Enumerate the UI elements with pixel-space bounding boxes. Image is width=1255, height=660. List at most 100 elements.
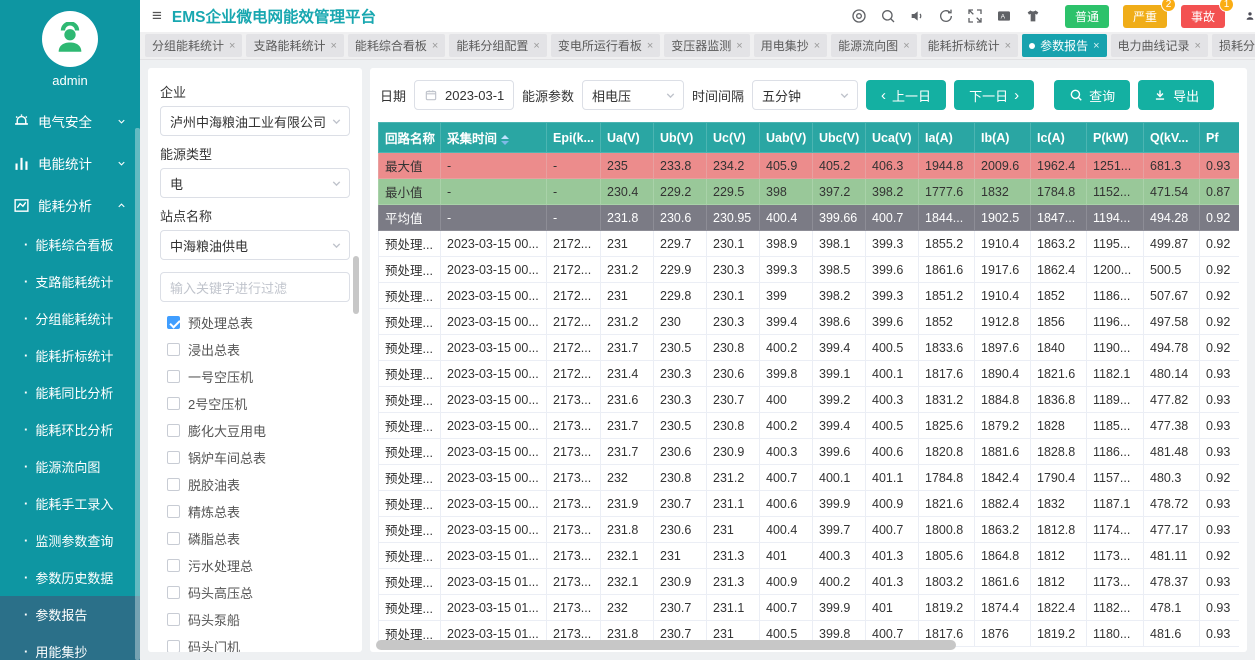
meter-item[interactable]: 码头门机 bbox=[160, 633, 350, 652]
meter-item[interactable]: 精炼总表 bbox=[160, 498, 350, 525]
tab[interactable]: 用电集抄× bbox=[754, 34, 827, 57]
sidebar-subitem[interactable]: ·能耗综合看板 bbox=[0, 226, 140, 263]
close-icon[interactable]: × bbox=[736, 40, 742, 52]
table-row[interactable]: 预处理...2023-03-15 00...2172...231.4230.32… bbox=[379, 361, 1240, 387]
close-icon[interactable]: × bbox=[1195, 40, 1201, 52]
table-row[interactable]: 预处理...2023-03-15 00...2173...231.9230.72… bbox=[379, 491, 1240, 517]
meter-list-scrollbar[interactable] bbox=[353, 256, 359, 314]
theme-icon[interactable] bbox=[1025, 8, 1041, 24]
column-header[interactable]: Pf bbox=[1200, 123, 1240, 153]
close-icon[interactable]: × bbox=[647, 40, 653, 52]
tab[interactable]: 分组能耗统计× bbox=[145, 34, 242, 57]
alarm-badge-0[interactable]: 普通 bbox=[1065, 5, 1109, 28]
meter-checkbox[interactable] bbox=[167, 370, 180, 383]
close-icon[interactable]: × bbox=[229, 40, 235, 52]
column-header[interactable]: Ib(A) bbox=[975, 123, 1031, 153]
meter-checkbox[interactable] bbox=[167, 559, 180, 572]
meter-item[interactable]: 2号空压机 bbox=[160, 390, 350, 417]
date-input[interactable]: 2023-03-1 bbox=[414, 80, 514, 110]
table-row[interactable]: 预处理...2023-03-15 00...2172...231229.8230… bbox=[379, 283, 1240, 309]
meter-item[interactable]: 预处理总表 bbox=[160, 309, 350, 336]
column-header[interactable]: Uc(V) bbox=[707, 123, 760, 153]
meter-item[interactable]: 码头泵船 bbox=[160, 606, 350, 633]
sidebar-subitem[interactable]: ·能耗同比分析 bbox=[0, 374, 140, 411]
sidebar-subitem[interactable]: ·支路能耗统计 bbox=[0, 263, 140, 300]
refresh-icon[interactable] bbox=[938, 8, 954, 24]
table-row[interactable]: 预处理...2023-03-15 00...2172...231.2230230… bbox=[379, 309, 1240, 335]
column-header[interactable]: Ua(V) bbox=[601, 123, 654, 153]
volume-icon[interactable] bbox=[909, 8, 925, 24]
meter-checkbox[interactable] bbox=[167, 586, 180, 599]
tab[interactable]: 参数报告× bbox=[1022, 34, 1106, 57]
meter-item[interactable]: 膨化大豆用电 bbox=[160, 417, 350, 444]
table-row[interactable]: 预处理...2023-03-15 00...2172...231.7230.52… bbox=[379, 335, 1240, 361]
column-header[interactable]: Epi(k... bbox=[547, 123, 601, 153]
tab[interactable]: 变电所运行看板× bbox=[551, 34, 660, 57]
table-row[interactable]: 预处理...2023-03-15 00...2172...231.2229.92… bbox=[379, 257, 1240, 283]
meter-item[interactable]: 污水处理总 bbox=[160, 552, 350, 579]
tab[interactable]: 能耗分组配置× bbox=[449, 34, 546, 57]
search-icon[interactable] bbox=[880, 8, 896, 24]
station-select[interactable]: 中海粮油供电 bbox=[160, 230, 350, 260]
close-icon[interactable]: × bbox=[814, 40, 820, 52]
avatar[interactable] bbox=[42, 11, 98, 67]
energy-type-select[interactable]: 电 bbox=[160, 168, 350, 198]
table-row[interactable]: 预处理...2023-03-15 00...2173...231.8230.62… bbox=[379, 517, 1240, 543]
meter-checkbox[interactable] bbox=[167, 613, 180, 626]
meter-checkbox[interactable] bbox=[167, 532, 180, 545]
horizontal-scrollbar[interactable] bbox=[376, 640, 956, 650]
interval-select[interactable]: 五分钟 bbox=[752, 80, 858, 110]
meter-item[interactable]: 码头高压总 bbox=[160, 579, 350, 606]
tab[interactable]: 变压器监测× bbox=[664, 34, 749, 57]
export-button[interactable]: 导出 bbox=[1138, 80, 1214, 110]
sidebar-item[interactable]: 电能统计 bbox=[0, 142, 140, 184]
sidebar-item[interactable]: 电气安全 bbox=[0, 100, 140, 142]
meter-checkbox[interactable] bbox=[167, 397, 180, 410]
column-header[interactable]: P(kW) bbox=[1087, 123, 1144, 153]
column-header[interactable]: Ub(V) bbox=[654, 123, 707, 153]
column-header[interactable]: Uab(V) bbox=[760, 123, 813, 153]
meter-item[interactable]: 磷脂总表 bbox=[160, 525, 350, 552]
alarm-badge-2[interactable]: 事故1 bbox=[1181, 5, 1225, 28]
next-day-button[interactable]: 下一日 › bbox=[954, 80, 1034, 110]
meter-item[interactable]: 浸出总表 bbox=[160, 336, 350, 363]
query-button[interactable]: 查询 bbox=[1054, 80, 1130, 110]
column-header[interactable]: Ic(A) bbox=[1031, 123, 1087, 153]
energy-param-select[interactable]: 相电压 bbox=[582, 80, 684, 110]
sidebar-subitem[interactable]: ·监测参数查询 bbox=[0, 522, 140, 559]
close-icon[interactable]: × bbox=[1005, 40, 1011, 52]
tab[interactable]: 电力曲线记录× bbox=[1111, 34, 1208, 57]
column-header[interactable]: Ia(A) bbox=[919, 123, 975, 153]
sidebar-subitem[interactable]: ·参数报告 bbox=[0, 596, 140, 633]
close-icon[interactable]: × bbox=[432, 40, 438, 52]
alarm-badge-1[interactable]: 严重2 bbox=[1123, 5, 1167, 28]
close-icon[interactable]: × bbox=[1093, 40, 1099, 52]
table-row[interactable]: 预处理...2023-03-15 01...2173...232230.7231… bbox=[379, 595, 1240, 621]
sidebar-subitem[interactable]: ·能源流向图 bbox=[0, 448, 140, 485]
prev-day-button[interactable]: ‹ 上一日 bbox=[866, 80, 946, 110]
meter-checkbox[interactable] bbox=[167, 424, 180, 437]
target-icon[interactable] bbox=[851, 8, 867, 24]
table-row[interactable]: 预处理...2023-03-15 00...2173...231.7230.52… bbox=[379, 413, 1240, 439]
table-row[interactable]: 预处理...2023-03-15 00...2173...231.6230.32… bbox=[379, 387, 1240, 413]
tab[interactable]: 支路能耗统计× bbox=[246, 34, 343, 57]
close-icon[interactable]: × bbox=[330, 40, 336, 52]
table-row[interactable]: 预处理...2023-03-15 00...2172...231229.7230… bbox=[379, 231, 1240, 257]
meter-checkbox[interactable] bbox=[167, 478, 180, 491]
menu-toggle-icon[interactable]: ≡ bbox=[152, 6, 162, 26]
meter-checkbox[interactable] bbox=[167, 316, 180, 329]
column-header[interactable]: Ubc(V) bbox=[813, 123, 866, 153]
meter-item[interactable]: 一号空压机 bbox=[160, 363, 350, 390]
column-header[interactable]: Q(kV... bbox=[1144, 123, 1200, 153]
meter-item[interactable]: 脱胶油表 bbox=[160, 471, 350, 498]
meter-checkbox[interactable] bbox=[167, 451, 180, 464]
sidebar-item[interactable]: 能耗分析 bbox=[0, 184, 140, 226]
sidebar-subitem[interactable]: ·参数历史数据 bbox=[0, 559, 140, 596]
meter-checkbox[interactable] bbox=[167, 343, 180, 356]
tab[interactable]: 能耗综合看板× bbox=[348, 34, 445, 57]
tab[interactable]: 损耗分析× bbox=[1212, 34, 1255, 57]
meter-checkbox[interactable] bbox=[167, 505, 180, 518]
tab[interactable]: 能耗折标统计× bbox=[921, 34, 1018, 57]
table-row[interactable]: 预处理...2023-03-15 00...2173...232230.8231… bbox=[379, 465, 1240, 491]
sidebar-scrollbar[interactable] bbox=[135, 128, 140, 660]
